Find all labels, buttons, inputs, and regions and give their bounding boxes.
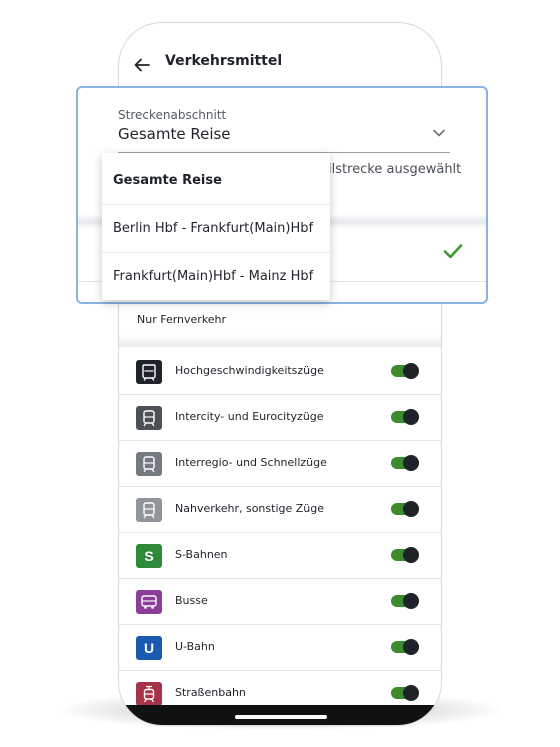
- local-train-icon: [136, 498, 162, 522]
- transport-label: Straßenbahn: [175, 686, 246, 699]
- transport-label: Hochgeschwindigkeitszüge: [175, 364, 324, 377]
- s-bahn-icon: S: [136, 544, 162, 568]
- route-section-hint: ilstrecke ausgewählt: [328, 162, 462, 177]
- dropdown-option-frankfurt-mainz[interactable]: Frankfurt(Main)Hbf - Mainz Hbf: [102, 253, 330, 301]
- transport-toggle[interactable]: [391, 363, 419, 379]
- transport-row-hochgeschwindigkeit[interactable]: Hochgeschwindigkeitszüge: [119, 349, 441, 395]
- toggle-knob: [403, 363, 419, 379]
- option-label: Berlin Hbf - Frankfurt(Main)Hbf: [113, 221, 314, 236]
- phone-bottom-bezel: [119, 705, 441, 725]
- dropdown-option-berlin-frankfurt[interactable]: Berlin Hbf - Frankfurt(Main)Hbf: [102, 205, 330, 253]
- page-title: Verkehrsmittel: [165, 53, 283, 69]
- toggle-knob: [403, 593, 419, 609]
- transport-label: Busse: [175, 594, 208, 607]
- tram-icon: [136, 682, 162, 706]
- route-section-label: Streckenabschnitt: [118, 108, 227, 122]
- toggle-knob: [403, 409, 419, 425]
- transport-toggle[interactable]: [391, 455, 419, 471]
- nur-fernverkehr-label: Nur Fernverkehr: [137, 313, 227, 326]
- regional-train-icon: [136, 452, 162, 476]
- option-label: Gesamte Reise: [113, 173, 222, 188]
- transport-row-s-bahn[interactable]: S S-Bahnen: [119, 533, 441, 579]
- u-bahn-icon: U: [136, 636, 162, 660]
- back-arrow-icon[interactable]: [133, 56, 151, 74]
- transport-toggle[interactable]: [391, 409, 419, 425]
- transport-toggle[interactable]: [391, 593, 419, 609]
- transport-label: U-Bahn: [175, 640, 215, 653]
- transport-toggle[interactable]: [391, 685, 419, 701]
- transport-toggle[interactable]: [391, 547, 419, 563]
- transport-row-busse[interactable]: Busse: [119, 579, 441, 625]
- route-section-select[interactable]: Gesamte Reise: [118, 125, 231, 143]
- toggle-knob: [403, 685, 419, 701]
- s-bahn-symbol: S: [144, 548, 154, 564]
- transport-row-u-bahn[interactable]: U U-Bahn: [119, 625, 441, 671]
- transport-label: Intercity- und Eurocityzüge: [175, 410, 324, 423]
- transport-label: Interregio- und Schnellzüge: [175, 456, 327, 469]
- toggle-knob: [403, 639, 419, 655]
- transport-row-nahverkehr[interactable]: Nahverkehr, sonstige Züge: [119, 487, 441, 533]
- dropdown-option-gesamte-reise[interactable]: Gesamte Reise: [102, 153, 330, 205]
- route-section-dropdown: Gesamte Reise Berlin Hbf - Frankfurt(Mai…: [102, 153, 330, 300]
- transport-label: S-Bahnen: [175, 548, 228, 561]
- app-bar: Verkehrsmittel: [119, 45, 441, 85]
- ice-train-icon: [136, 360, 162, 384]
- check-icon: [443, 244, 463, 259]
- u-bahn-symbol: U: [143, 640, 155, 656]
- toggle-knob: [403, 547, 419, 563]
- option-label: Frankfurt(Main)Hbf - Mainz Hbf: [113, 269, 314, 284]
- intercity-train-icon: [136, 406, 162, 430]
- transport-row-interregio[interactable]: Interregio- und Schnellzüge: [119, 441, 441, 487]
- bus-icon: [136, 590, 162, 614]
- transport-mode-list: Hochgeschwindigkeitszüge Intercity- und …: [119, 349, 441, 717]
- toggle-knob: [403, 501, 419, 517]
- section-divider: [119, 335, 441, 347]
- transport-toggle[interactable]: [391, 501, 419, 517]
- transport-toggle[interactable]: [391, 639, 419, 655]
- transport-label: Nahverkehr, sonstige Züge: [175, 502, 325, 515]
- chevron-down-icon[interactable]: [432, 128, 446, 138]
- toggle-knob: [403, 455, 419, 471]
- transport-row-intercity[interactable]: Intercity- und Eurocityzüge: [119, 395, 441, 441]
- home-indicator: [235, 715, 327, 719]
